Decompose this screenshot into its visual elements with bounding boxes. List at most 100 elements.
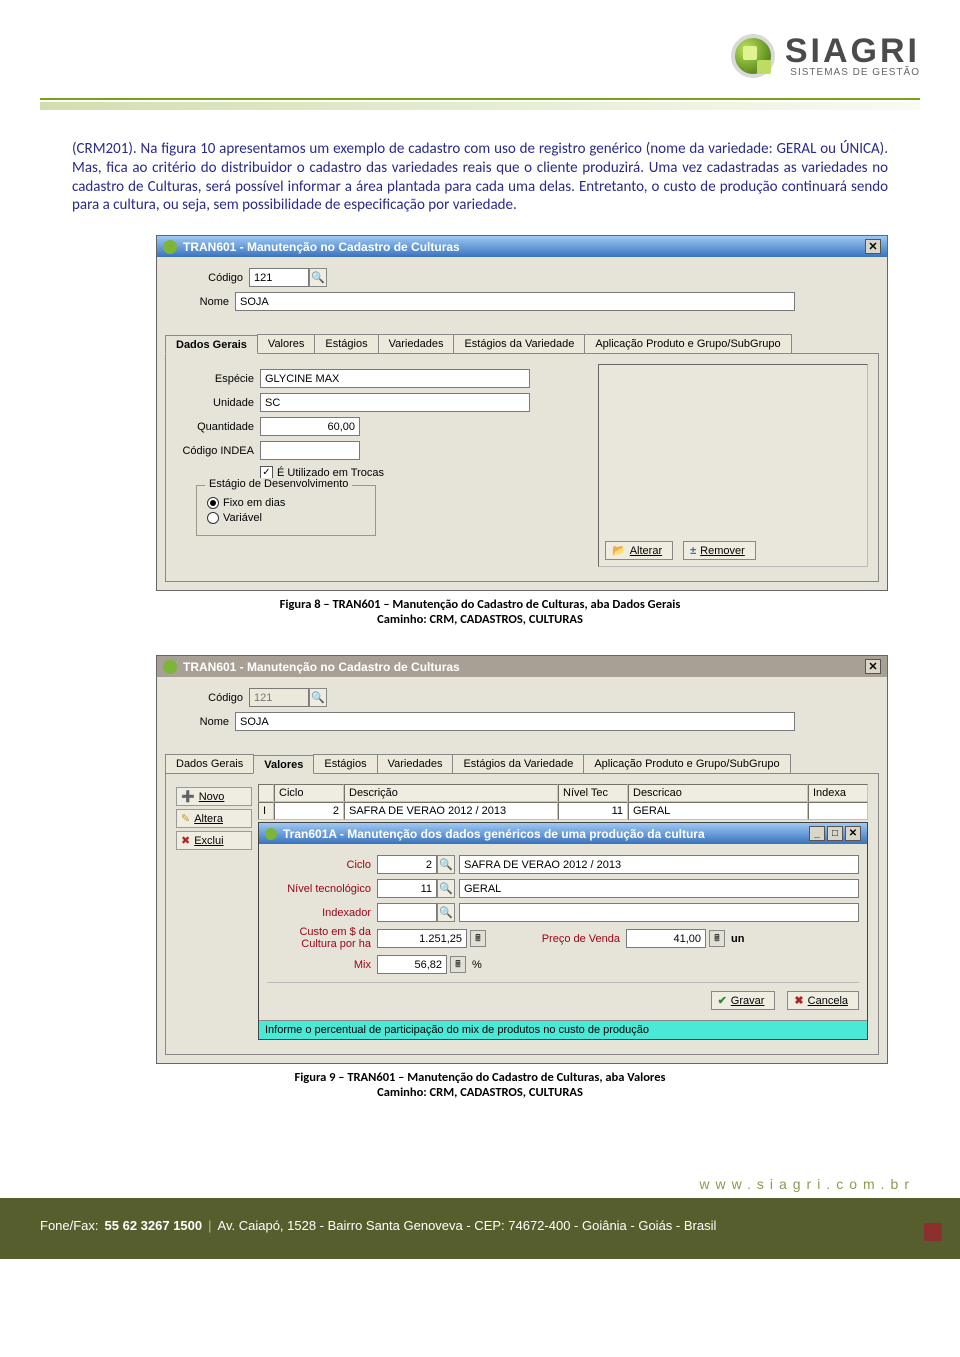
calculator-icon[interactable]: 🖩 (470, 930, 486, 947)
tab-estagios[interactable]: Estágios (313, 754, 377, 773)
cancela-button[interactable]: ✖Cancela (787, 991, 859, 1010)
screenshot-fig8: TRAN601 - Manutenção no Cadastro de Cult… (156, 235, 888, 591)
plus-icon: ➕ (181, 790, 195, 803)
tab-valores[interactable]: Valores (257, 334, 315, 353)
label-preco: Preço de Venda (486, 933, 626, 945)
tab-aplicacao[interactable]: Aplicação Produto e Grupo/SubGrupo (584, 334, 791, 353)
footer-phone: 55 62 3267 1500 (105, 1218, 203, 1233)
field-mix[interactable]: 56,82 (377, 955, 447, 974)
grid-header: Ciclo Descrição Nível Tec Descricao Inde… (258, 784, 868, 802)
label-radio-fixo: Fixo em dias (223, 497, 285, 509)
maximize-icon[interactable]: □ (827, 826, 843, 841)
close-icon[interactable]: ✕ (865, 239, 881, 254)
app-icon (265, 828, 277, 840)
search-icon[interactable]: 🔍 (309, 688, 327, 707)
label-ciclo: Ciclo (267, 859, 377, 871)
x-icon: ✖ (794, 994, 803, 1007)
search-icon[interactable]: 🔍 (309, 268, 327, 287)
window-title-fig9: TRAN601 - Manutenção no Cadastro de Cult… (183, 660, 460, 674)
footer-site: www.siagri.com.br (699, 1176, 915, 1192)
edit-icon: ✎ (181, 812, 190, 825)
field-codigo-ro: 121 (249, 688, 309, 707)
tab-variedades[interactable]: Variedades (377, 754, 454, 773)
field-preco[interactable]: 41,00 (626, 929, 706, 948)
tab-variedades[interactable]: Variedades (378, 334, 455, 353)
app-icon (163, 660, 177, 674)
minimize-icon[interactable]: _ (809, 826, 825, 841)
app-icon (163, 240, 177, 254)
altera-button[interactable]: ✎Altera (176, 809, 252, 828)
folder-open-icon: 📂 (612, 544, 626, 557)
tab-dados-gerais[interactable]: Dados Gerais (165, 335, 258, 354)
close-icon[interactable]: ✕ (865, 659, 881, 674)
group-estagio-legend: Estágio de Desenvolvimento (205, 478, 352, 490)
window-title: TRAN601 - Manutenção no Cadastro de Cult… (183, 240, 460, 254)
footer-address: Av. Caiapó, 1528 - Bairro Santa Genoveva… (218, 1218, 717, 1233)
right-panel-empty: 📂Alterar ±Remover (598, 364, 868, 567)
tab-dados-gerais[interactable]: Dados Gerais (165, 754, 254, 773)
label-codigo: Código (165, 692, 249, 704)
search-icon[interactable]: 🔍 (437, 855, 455, 874)
tab-estagios[interactable]: Estágios (314, 334, 378, 353)
label-nivel: Nível tecnológico (267, 883, 377, 895)
grid-row[interactable]: I 2 SAFRA DE VERAO 2012 / 2013 11 GERAL (258, 802, 868, 820)
delete-icon: ✖ (181, 834, 190, 847)
intro-paragraph: (CRM201). Na figura 10 apresentamos um e… (72, 140, 888, 215)
check-icon: ✔ (718, 994, 727, 1007)
field-quantidade[interactable]: 60,00 (260, 417, 360, 436)
remover-button[interactable]: ±Remover (683, 541, 756, 560)
exclui-button[interactable]: ✖Exclui (176, 831, 252, 850)
gravar-button[interactable]: ✔Gravar (711, 991, 776, 1010)
label-codigo: Código (165, 272, 249, 284)
alterar-button[interactable]: 📂Alterar (605, 541, 673, 560)
calculator-icon[interactable]: 🖩 (450, 956, 466, 973)
label-nome: Nome (165, 296, 235, 308)
page-footer: www.siagri.com.br Fone/Fax: 55 62 3267 1… (0, 1198, 960, 1259)
radio-fixo[interactable] (207, 497, 219, 509)
field-ciclo-desc: SAFRA DE VERAO 2012 / 2013 (459, 855, 859, 874)
tabs-fig8: Dados Gerais Valores Estágios Variedades… (165, 334, 879, 354)
label-unidade: Unidade (176, 397, 260, 409)
field-nivel[interactable]: 11 (377, 879, 437, 898)
label-radio-variavel: Variável (223, 512, 262, 524)
caption-fig8: Figura 8 – TRAN601 – Manutenção do Cadas… (0, 597, 960, 627)
minus-icon: ± (690, 545, 696, 557)
logo: SIAGRI SISTEMAS DE GESTÃO (731, 34, 920, 78)
field-codigo-indea[interactable] (260, 441, 360, 460)
tab-estagios-variedade[interactable]: Estágios da Variedade (453, 334, 585, 353)
page-header: SIAGRI SISTEMAS DE GESTÃO (40, 30, 920, 100)
field-ciclo[interactable]: 2 (377, 855, 437, 874)
label-utilizado-trocas: É Utilizado em Trocas (277, 467, 384, 479)
close-icon[interactable]: ✕ (845, 826, 861, 841)
tab-estagios-variedade[interactable]: Estágios da Variedade (452, 754, 584, 773)
radio-variavel[interactable] (207, 512, 219, 524)
tabs-fig9: Dados Gerais Valores Estágios Variedades… (165, 754, 879, 774)
field-custo[interactable]: 1.251,25 (377, 929, 467, 948)
screenshot-fig9: TRAN601 - Manutenção no Cadastro de Cult… (156, 655, 888, 1064)
subwindow-title: Tran601A - Manutenção dos dados genérico… (283, 827, 705, 841)
label-especie: Espécie (176, 373, 260, 385)
field-nome[interactable]: SOJA (235, 292, 795, 311)
field-codigo[interactable]: 121 (249, 268, 309, 287)
label-mix: Mix (267, 959, 377, 971)
tab-aplicacao[interactable]: Aplicação Produto e Grupo/SubGrupo (583, 754, 790, 773)
label-un: un (731, 933, 744, 945)
tab-valores[interactable]: Valores (253, 755, 314, 774)
footer-phone-label: Fone/Fax: (40, 1218, 99, 1233)
search-icon[interactable]: 🔍 (437, 879, 455, 898)
field-nivel-desc: GERAL (459, 879, 859, 898)
field-nome[interactable]: SOJA (235, 712, 795, 731)
label-nome: Nome (165, 716, 235, 728)
calculator-icon[interactable]: 🖩 (709, 930, 725, 947)
side-toolbar: ➕Novo ✎Altera ✖Exclui (176, 784, 252, 1040)
field-unidade[interactable]: SC (260, 393, 530, 412)
caption-fig9: Figura 9 – TRAN601 – Manutenção do Cadas… (0, 1070, 960, 1100)
logo-icon (731, 34, 775, 78)
field-indexador[interactable] (377, 903, 437, 922)
field-especie[interactable]: GLYCINE MAX (260, 369, 530, 388)
window-titlebar: TRAN601 - Manutenção no Cadastro de Cult… (157, 236, 887, 257)
label-quantidade: Quantidade (176, 421, 260, 433)
novo-button[interactable]: ➕Novo (176, 787, 252, 806)
page-corner-marker (924, 1223, 942, 1241)
search-icon[interactable]: 🔍 (437, 903, 455, 922)
